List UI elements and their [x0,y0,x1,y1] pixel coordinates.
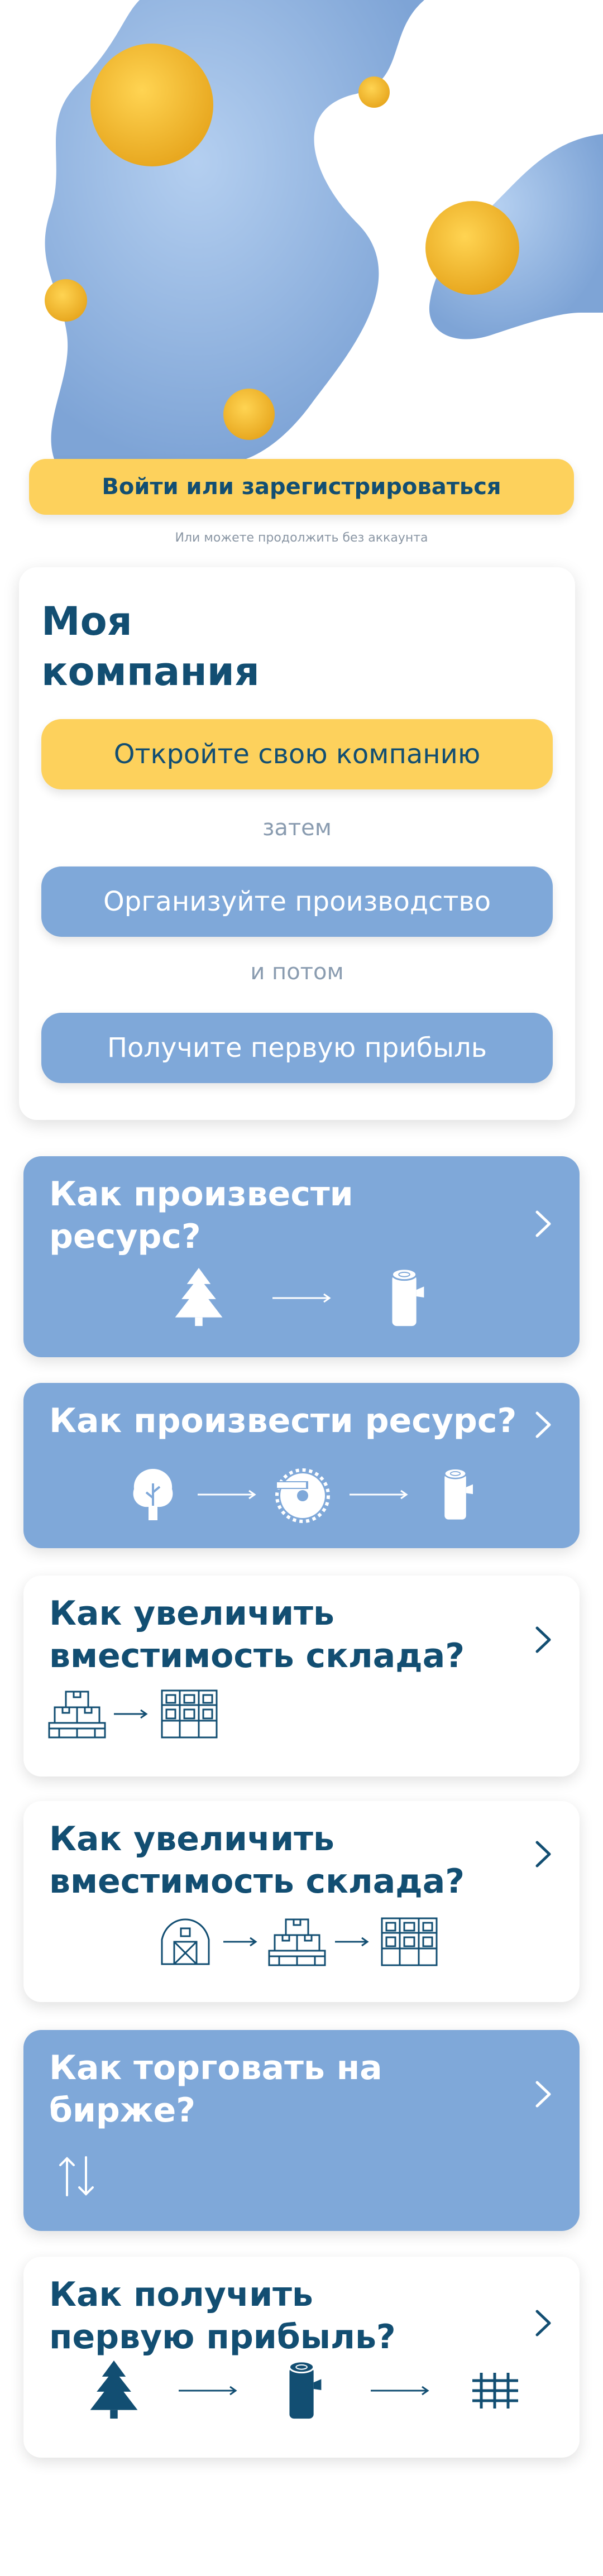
guide-card-warehouse-capacity[interactable]: Как увеличить вместимость склада? [23,1576,580,1777]
hero-ball-bottom [223,389,275,440]
tree-icon [133,1469,173,1520]
arrow-right-icon [335,1937,369,1947]
my-company-card: Моя компания Откройте свою компанию зате… [19,567,575,1120]
guide-title: Как произвести ресурс? [49,1175,353,1256]
log-icon [443,1468,473,1520]
shelving-icon [161,1689,218,1739]
boxes-on-pallet-icon [268,1918,326,1966]
fir-tree-icon [175,1268,223,1327]
guide-card-produce-resource[interactable]: Как произвести ресурс? [23,1156,580,1357]
guide-title: Как увеличить вместимость склада? [49,1820,465,1901]
guide-title: Как торговать на бирже? [49,2048,382,2130]
hero-illustration [45,0,603,463]
login-register-button[interactable]: Войти или зарегистрироваться [29,459,574,515]
guide-card-exchange-trading[interactable]: Как торговать на бирже? [23,2030,580,2231]
connector-then: затем [262,815,332,841]
company-title: Моя компания [41,598,260,695]
log-icon [391,1268,424,1327]
get-first-profit-button[interactable]: Получите первую прибыль [41,1013,553,1083]
guide-card-warehouse-capacity-2[interactable]: Как увеличить вместимость склада? [23,1801,580,2002]
shelving-icon [381,1917,438,1966]
chevron-right-icon [535,1626,551,1653]
hero-ball-small-top [358,76,390,108]
guide-title: Как увеличить вместимость склада? [49,1594,465,1675]
chevron-right-icon [535,1841,551,1868]
arrow-right-icon [114,1709,148,1719]
chevron-right-icon [535,1411,551,1438]
arrow-right-icon [198,1490,256,1500]
arrow-right-icon [371,2386,429,2396]
hero-ball-large [90,44,213,166]
chevron-right-icon [535,2310,551,2336]
sawmill-icon [275,1468,330,1523]
up-down-arrows-icon [59,2156,94,2196]
open-company-button[interactable]: Откройте свою компанию [41,719,553,789]
arrow-right-icon [179,2386,237,2396]
guide-card-first-profit[interactable]: Как получить первую прибыль? [23,2257,580,2458]
guide-title: Как получить первую прибыль? [49,2275,396,2357]
fir-tree-icon [90,2360,138,2419]
hero-ball-left [45,279,87,322]
guide-title: Как произвести ресурс? [49,1401,517,1440]
planks-icon [472,2373,518,2409]
connector-and-then: и потом [250,959,344,985]
chevron-right-icon [535,2081,551,2108]
hero-ball-right [425,201,519,295]
organize-production-button[interactable]: Организуйте производство [41,866,553,937]
arrow-right-icon [272,1293,331,1303]
arrow-right-icon [350,1490,408,1500]
log-icon [289,2360,322,2419]
boxes-on-pallet-icon [48,1691,106,1739]
chevron-right-icon [535,1210,551,1237]
arrow-right-icon [223,1937,257,1947]
barn-icon [161,1918,210,1965]
continue-without-account-link[interactable]: Или можете продолжить без аккаунта [0,531,603,545]
guide-card-produce-resource-2[interactable]: Как произвести ресурс? [23,1383,580,1548]
